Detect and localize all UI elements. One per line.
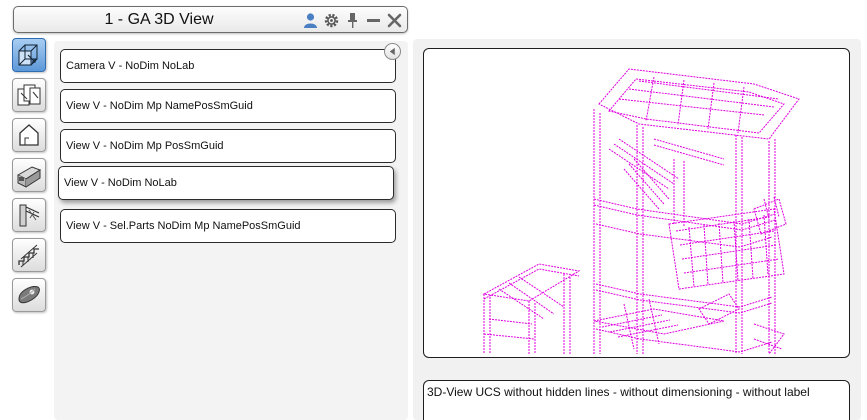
plate-part-icon: [18, 286, 40, 304]
view-item-label: View V - NoDim NoLab: [64, 177, 177, 189]
house-outline-button[interactable]: [12, 118, 46, 152]
triangle-left-icon: [389, 47, 395, 56]
view-item-view-v-nodim-nolab[interactable]: View V - NoDim NoLab: [58, 166, 394, 200]
view-item-label: View V - Sel.Parts NoDim Mp NamePosSmGui…: [66, 220, 301, 232]
general-arrangement-3d-button[interactable]: [12, 38, 46, 72]
pin-icon[interactable]: [344, 12, 361, 29]
gear-icon[interactable]: [323, 12, 340, 29]
multi-view-3d-button[interactable]: [12, 78, 46, 112]
view-item-view-v-nodim-mp-nameposmguid[interactable]: View V - NoDim Mp NamePosSmGuid: [60, 89, 396, 123]
preview-image-frame: [423, 48, 850, 358]
plate-part-button[interactable]: [12, 278, 46, 312]
view-item-view-v-selparts-nodim-mp-nameposmguid[interactable]: View V - Sel.Parts NoDim Mp NamePosSmGui…: [60, 209, 396, 243]
general-arrangement-3d-icon: [18, 44, 38, 66]
window-titlebar: 1 - GA 3D View: [13, 6, 408, 33]
view-item-view-v-nodim-mp-possmguid[interactable]: View V - NoDim Mp PosSmGuid: [60, 129, 396, 163]
user-icon[interactable]: [302, 12, 319, 29]
minimize-icon[interactable]: [365, 12, 382, 29]
column-detail-icon: [19, 204, 40, 227]
view-description-text: 3D-View UCS without hidden lines - witho…: [427, 385, 810, 399]
titlebar-icons: [302, 10, 403, 30]
view-description: 3D-View UCS without hidden lines - witho…: [423, 380, 850, 420]
window-title: 1 - GA 3D View: [104, 11, 214, 28]
view-item-label: View V - NoDim Mp NamePosSmGuid: [66, 100, 253, 112]
steel-structure-wireframe-preview: [482, 68, 800, 355]
view-item-label: View V - NoDim Mp PosSmGuid: [66, 140, 224, 152]
beam-section-icon: [16, 166, 42, 188]
view-item-camera-v-nodim-nolab[interactable]: Camera V - NoDim NoLab: [60, 49, 396, 83]
staircase-icon: [18, 244, 39, 268]
collapse-panel-button[interactable]: [384, 43, 401, 60]
beam-section-button[interactable]: [12, 158, 46, 192]
multi-view-3d-icon: [17, 84, 41, 106]
column-detail-button[interactable]: [12, 198, 46, 232]
view-item-label: Camera V - NoDim NoLab: [66, 60, 195, 72]
house-outline-icon: [19, 124, 39, 146]
staircase-button[interactable]: [12, 238, 46, 272]
close-icon[interactable]: [386, 12, 403, 29]
